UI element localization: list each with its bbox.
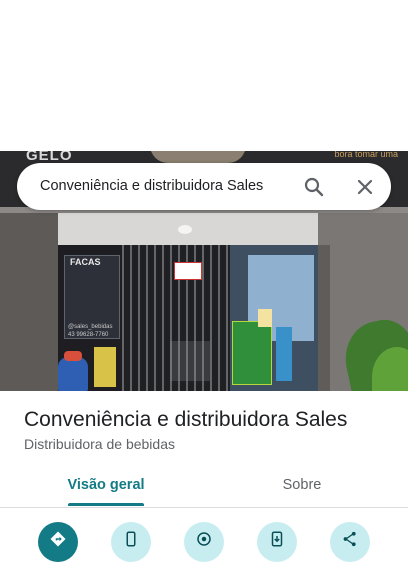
pillar (318, 245, 330, 391)
share-icon (343, 531, 356, 547)
green-poster (232, 321, 272, 385)
share-button[interactable] (330, 522, 370, 562)
tab-overview[interactable]: Visão geral (54, 468, 158, 508)
tab-about[interactable]: Sobre (250, 468, 354, 508)
directions-button[interactable] (38, 522, 78, 562)
tab-divider (0, 507, 408, 508)
poster-contact: @sales_bebidas 43 99628-7760 (68, 323, 112, 339)
tab-selected-indicator (68, 503, 144, 506)
close-icon[interactable] (353, 175, 377, 199)
poster-handle: @sales_bebidas (68, 324, 113, 330)
send-to-phone-button[interactable] (257, 522, 297, 562)
phone-icon (126, 531, 136, 547)
place-title: Conveniência e distribuidora Sales (24, 408, 348, 431)
nearby-button[interactable] (184, 522, 224, 562)
call-button[interactable] (111, 522, 151, 562)
nearby-icon (197, 532, 211, 546)
poster-phone: 43 99628-7760 (68, 332, 109, 338)
search-icon[interactable] (302, 175, 326, 199)
search-input[interactable]: Conveniência e distribuidora Sales (40, 163, 263, 210)
sign-logo (150, 151, 246, 163)
door-sign (174, 262, 202, 280)
sign-slogan: bora tomar uma (334, 151, 398, 159)
left-wall (0, 213, 58, 391)
place-category: Distribuidora de bebidas (24, 436, 175, 452)
blue-poster (276, 327, 292, 381)
bottle-display (58, 357, 88, 391)
send-to-phone-icon (271, 531, 283, 547)
poster-title: FACAS (70, 257, 101, 267)
search-bar[interactable]: Conveniência e distribuidora Sales (17, 163, 391, 210)
bottle-cap (64, 351, 82, 361)
snack-package (94, 347, 116, 387)
map-blank-area (0, 0, 408, 151)
directions-icon (50, 531, 66, 547)
ceiling-lamp (178, 225, 192, 234)
small-poster (258, 309, 272, 327)
